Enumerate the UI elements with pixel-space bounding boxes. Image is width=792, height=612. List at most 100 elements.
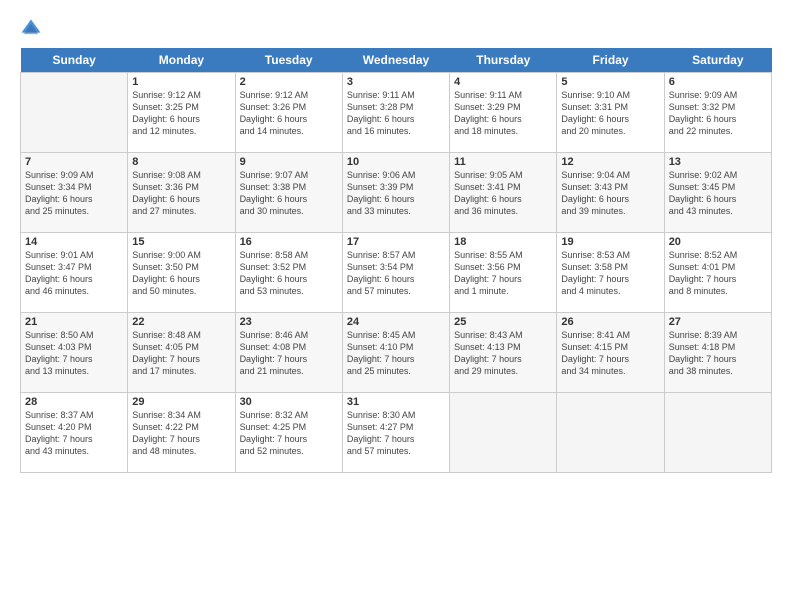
week-row-1: 1Sunrise: 9:12 AM Sunset: 3:25 PM Daylig… [21,73,772,153]
day-number: 7 [25,156,123,168]
day-cell: 17Sunrise: 8:57 AM Sunset: 3:54 PM Dayli… [342,233,449,313]
day-header-monday: Monday [128,48,235,73]
logo-icon [20,18,42,40]
day-number: 16 [240,236,338,248]
day-number: 24 [347,316,445,328]
day-info: Sunrise: 8:48 AM Sunset: 4:05 PM Dayligh… [132,329,230,378]
day-cell: 1Sunrise: 9:12 AM Sunset: 3:25 PM Daylig… [128,73,235,153]
day-number: 25 [454,316,552,328]
day-info: Sunrise: 9:01 AM Sunset: 3:47 PM Dayligh… [25,249,123,298]
day-cell: 23Sunrise: 8:46 AM Sunset: 4:08 PM Dayli… [235,313,342,393]
day-info: Sunrise: 8:55 AM Sunset: 3:56 PM Dayligh… [454,249,552,298]
day-cell [664,393,771,473]
day-cell: 25Sunrise: 8:43 AM Sunset: 4:13 PM Dayli… [450,313,557,393]
day-info: Sunrise: 9:12 AM Sunset: 3:26 PM Dayligh… [240,89,338,138]
day-number: 22 [132,316,230,328]
day-cell: 24Sunrise: 8:45 AM Sunset: 4:10 PM Dayli… [342,313,449,393]
day-header-friday: Friday [557,48,664,73]
day-cell: 22Sunrise: 8:48 AM Sunset: 4:05 PM Dayli… [128,313,235,393]
day-cell: 28Sunrise: 8:37 AM Sunset: 4:20 PM Dayli… [21,393,128,473]
day-info: Sunrise: 9:05 AM Sunset: 3:41 PM Dayligh… [454,169,552,218]
day-number: 28 [25,396,123,408]
day-info: Sunrise: 8:45 AM Sunset: 4:10 PM Dayligh… [347,329,445,378]
day-info: Sunrise: 9:08 AM Sunset: 3:36 PM Dayligh… [132,169,230,218]
day-cell: 20Sunrise: 8:52 AM Sunset: 4:01 PM Dayli… [664,233,771,313]
day-info: Sunrise: 9:12 AM Sunset: 3:25 PM Dayligh… [132,89,230,138]
day-number: 10 [347,156,445,168]
day-number: 20 [669,236,767,248]
day-cell: 10Sunrise: 9:06 AM Sunset: 3:39 PM Dayli… [342,153,449,233]
day-number: 17 [347,236,445,248]
day-number: 3 [347,76,445,88]
day-cell: 3Sunrise: 9:11 AM Sunset: 3:28 PM Daylig… [342,73,449,153]
day-info: Sunrise: 8:39 AM Sunset: 4:18 PM Dayligh… [669,329,767,378]
day-info: Sunrise: 9:06 AM Sunset: 3:39 PM Dayligh… [347,169,445,218]
day-number: 13 [669,156,767,168]
day-info: Sunrise: 9:10 AM Sunset: 3:31 PM Dayligh… [561,89,659,138]
day-cell: 11Sunrise: 9:05 AM Sunset: 3:41 PM Dayli… [450,153,557,233]
day-info: Sunrise: 9:11 AM Sunset: 3:28 PM Dayligh… [347,89,445,138]
day-info: Sunrise: 8:32 AM Sunset: 4:25 PM Dayligh… [240,409,338,458]
day-cell: 26Sunrise: 8:41 AM Sunset: 4:15 PM Dayli… [557,313,664,393]
day-cell: 4Sunrise: 9:11 AM Sunset: 3:29 PM Daylig… [450,73,557,153]
page: SundayMondayTuesdayWednesdayThursdayFrid… [0,0,792,612]
day-info: Sunrise: 8:52 AM Sunset: 4:01 PM Dayligh… [669,249,767,298]
day-header-sunday: Sunday [21,48,128,73]
day-number: 14 [25,236,123,248]
day-number: 29 [132,396,230,408]
day-cell: 30Sunrise: 8:32 AM Sunset: 4:25 PM Dayli… [235,393,342,473]
day-info: Sunrise: 8:37 AM Sunset: 4:20 PM Dayligh… [25,409,123,458]
day-info: Sunrise: 9:02 AM Sunset: 3:45 PM Dayligh… [669,169,767,218]
day-info: Sunrise: 8:43 AM Sunset: 4:13 PM Dayligh… [454,329,552,378]
day-number: 30 [240,396,338,408]
day-info: Sunrise: 9:04 AM Sunset: 3:43 PM Dayligh… [561,169,659,218]
day-info: Sunrise: 8:50 AM Sunset: 4:03 PM Dayligh… [25,329,123,378]
day-number: 9 [240,156,338,168]
day-number: 19 [561,236,659,248]
day-number: 8 [132,156,230,168]
day-info: Sunrise: 8:53 AM Sunset: 3:58 PM Dayligh… [561,249,659,298]
day-cell: 5Sunrise: 9:10 AM Sunset: 3:31 PM Daylig… [557,73,664,153]
day-number: 12 [561,156,659,168]
logo [20,18,44,40]
day-cell: 19Sunrise: 8:53 AM Sunset: 3:58 PM Dayli… [557,233,664,313]
day-number: 27 [669,316,767,328]
day-number: 23 [240,316,338,328]
day-number: 5 [561,76,659,88]
day-cell: 13Sunrise: 9:02 AM Sunset: 3:45 PM Dayli… [664,153,771,233]
day-number: 1 [132,76,230,88]
day-number: 18 [454,236,552,248]
day-cell: 29Sunrise: 8:34 AM Sunset: 4:22 PM Dayli… [128,393,235,473]
day-number: 6 [669,76,767,88]
day-info: Sunrise: 8:34 AM Sunset: 4:22 PM Dayligh… [132,409,230,458]
day-cell: 16Sunrise: 8:58 AM Sunset: 3:52 PM Dayli… [235,233,342,313]
day-info: Sunrise: 9:09 AM Sunset: 3:32 PM Dayligh… [669,89,767,138]
day-info: Sunrise: 8:57 AM Sunset: 3:54 PM Dayligh… [347,249,445,298]
week-row-3: 14Sunrise: 9:01 AM Sunset: 3:47 PM Dayli… [21,233,772,313]
day-header-tuesday: Tuesday [235,48,342,73]
week-row-2: 7Sunrise: 9:09 AM Sunset: 3:34 PM Daylig… [21,153,772,233]
day-number: 15 [132,236,230,248]
week-row-4: 21Sunrise: 8:50 AM Sunset: 4:03 PM Dayli… [21,313,772,393]
day-cell: 7Sunrise: 9:09 AM Sunset: 3:34 PM Daylig… [21,153,128,233]
day-cell: 2Sunrise: 9:12 AM Sunset: 3:26 PM Daylig… [235,73,342,153]
day-cell: 27Sunrise: 8:39 AM Sunset: 4:18 PM Dayli… [664,313,771,393]
day-header-thursday: Thursday [450,48,557,73]
day-cell: 18Sunrise: 8:55 AM Sunset: 3:56 PM Dayli… [450,233,557,313]
day-info: Sunrise: 8:41 AM Sunset: 4:15 PM Dayligh… [561,329,659,378]
day-info: Sunrise: 8:30 AM Sunset: 4:27 PM Dayligh… [347,409,445,458]
day-cell [21,73,128,153]
day-cell: 6Sunrise: 9:09 AM Sunset: 3:32 PM Daylig… [664,73,771,153]
day-info: Sunrise: 9:00 AM Sunset: 3:50 PM Dayligh… [132,249,230,298]
day-header-wednesday: Wednesday [342,48,449,73]
day-number: 31 [347,396,445,408]
day-info: Sunrise: 9:11 AM Sunset: 3:29 PM Dayligh… [454,89,552,138]
day-number: 21 [25,316,123,328]
header-row: SundayMondayTuesdayWednesdayThursdayFrid… [21,48,772,73]
day-number: 26 [561,316,659,328]
day-cell [557,393,664,473]
day-info: Sunrise: 9:09 AM Sunset: 3:34 PM Dayligh… [25,169,123,218]
day-cell: 14Sunrise: 9:01 AM Sunset: 3:47 PM Dayli… [21,233,128,313]
day-cell: 21Sunrise: 8:50 AM Sunset: 4:03 PM Dayli… [21,313,128,393]
day-info: Sunrise: 9:07 AM Sunset: 3:38 PM Dayligh… [240,169,338,218]
